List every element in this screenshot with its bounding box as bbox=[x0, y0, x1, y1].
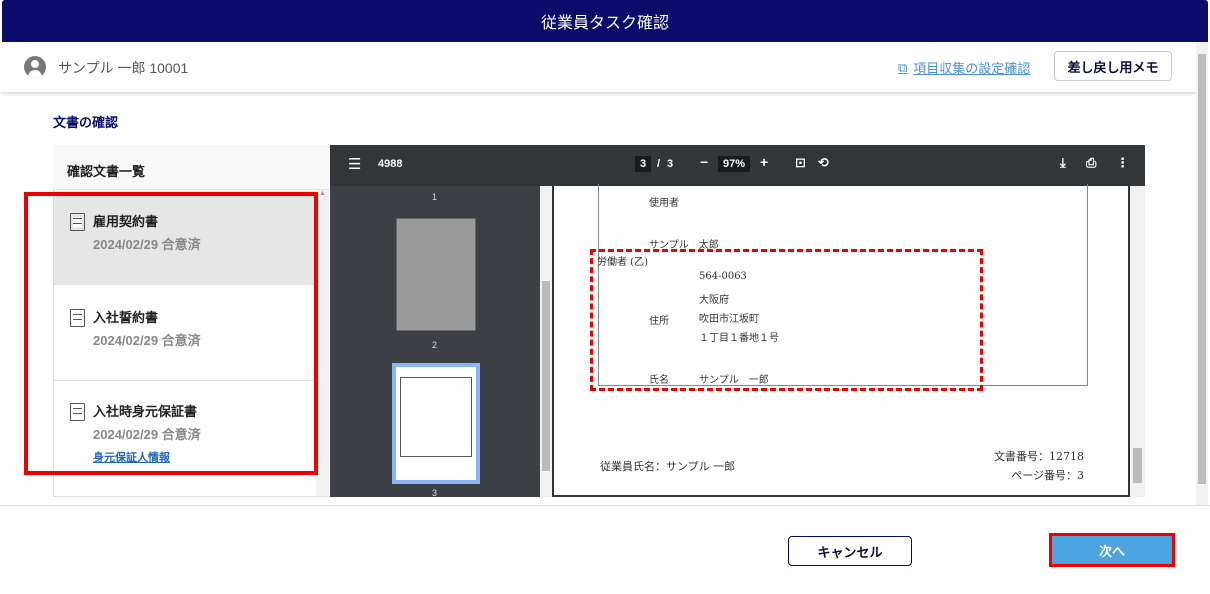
settings-link-label: 項目収集の設定確認 bbox=[913, 61, 1031, 76]
sub-header: サンプル 一郎 10001 ⧉ 項目収集の設定確認 差し戻し用メモ bbox=[0, 42, 1196, 92]
page-scrollbar[interactable] bbox=[1196, 42, 1208, 505]
fit-page-icon[interactable]: ⊡ bbox=[795, 155, 806, 171]
app-header: 従業員タスク確認 bbox=[2, 0, 1208, 42]
section-title: 文書の確認 bbox=[53, 115, 119, 130]
doc-list-title: 確認文書一覧 bbox=[53, 145, 330, 190]
more-options-icon[interactable]: ⋮ bbox=[1116, 155, 1129, 171]
highlight-box bbox=[24, 192, 318, 475]
pdf-doc-name: 4988 bbox=[378, 158, 403, 170]
settings-check-link[interactable]: ⧉ 項目収集の設定確認 bbox=[898, 58, 1030, 77]
page-title: 従業員タスク確認 bbox=[540, 15, 669, 32]
rotate-icon[interactable]: ⟲ bbox=[818, 155, 829, 171]
total-pages: 3 bbox=[667, 158, 674, 170]
user-name: サンプル 一郎 10001 bbox=[58, 60, 189, 76]
print-icon[interactable]: ⎙ bbox=[1086, 155, 1096, 171]
thumbnail-sidebar: 1 2 3 bbox=[330, 186, 540, 498]
page-separator: / bbox=[657, 158, 661, 170]
page-input[interactable]: 3 bbox=[635, 156, 652, 172]
menu-icon[interactable]: ☰ bbox=[348, 155, 361, 173]
thumbnail-scrollbar[interactable] bbox=[540, 186, 552, 497]
next-button[interactable]: 次へ bbox=[1049, 533, 1175, 567]
thumb-label: 2 bbox=[432, 340, 438, 350]
pdf-toolbar: ☰ 4988 3 / 3 − 97% + ⊡ ⟲ ⤓ ⎙ ⋮ bbox=[330, 145, 1145, 186]
return-memo-button[interactable]: 差し戻し用メモ bbox=[1054, 51, 1172, 81]
page-number: ページ番号：3 bbox=[1011, 469, 1084, 482]
employer-label: 使用者 bbox=[649, 198, 679, 209]
highlight-box-dashed bbox=[590, 249, 983, 391]
page-thumbnail-3[interactable] bbox=[392, 363, 480, 484]
divider bbox=[0, 505, 1210, 506]
footer-employee-name: 従業員氏名：サンプル 一郎 bbox=[600, 460, 736, 473]
zoom-out-button[interactable]: − bbox=[700, 154, 708, 170]
zoom-level[interactable]: 97% bbox=[718, 156, 751, 172]
zoom-in-button[interactable]: + bbox=[760, 154, 768, 170]
doc-number: 文書番号：12718 bbox=[994, 450, 1084, 463]
cancel-button[interactable]: キャンセル bbox=[788, 536, 912, 566]
download-icon[interactable]: ⤓ bbox=[1060, 155, 1066, 171]
viewer-scrollbar[interactable] bbox=[1130, 186, 1145, 497]
account-icon bbox=[24, 56, 46, 78]
page-thumbnail-2[interactable] bbox=[396, 218, 476, 331]
open-external-icon: ⧉ bbox=[898, 59, 908, 75]
thumb-label: 3 bbox=[432, 488, 438, 498]
thumb-label: 1 bbox=[432, 192, 438, 202]
